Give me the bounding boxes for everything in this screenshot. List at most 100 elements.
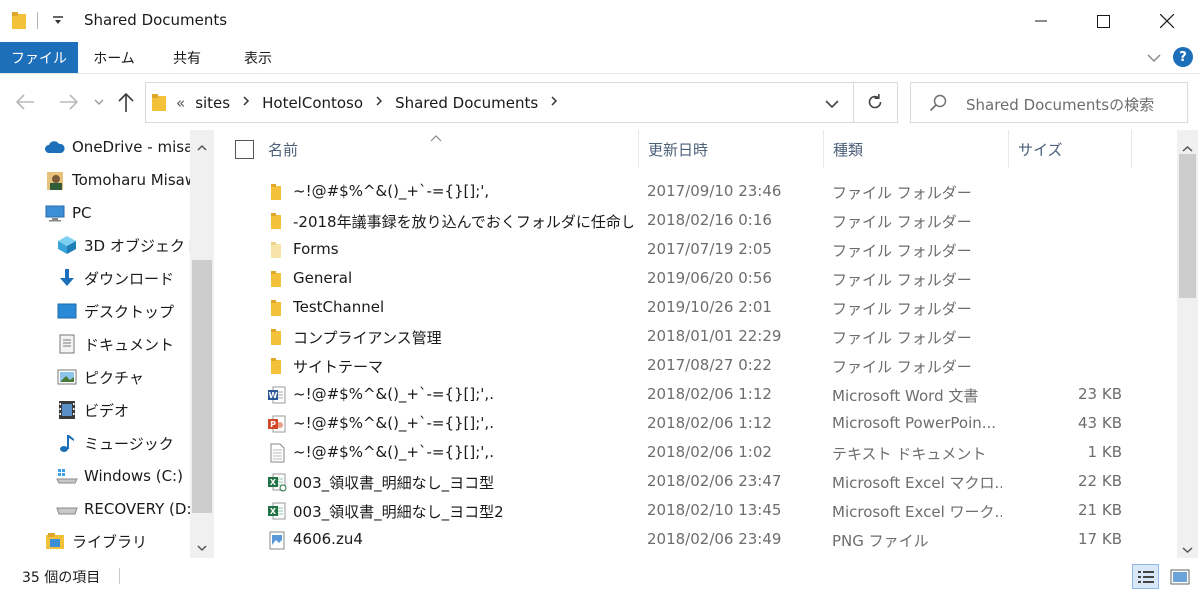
file-row[interactable]: X 003_領収書_明細なし_ヨコ型2 2018/02/10 13:45 Mic… (222, 496, 1177, 525)
window-title: Shared Documents (84, 11, 228, 29)
breadcrumb-shared-documents[interactable]: Shared Documents (395, 94, 538, 112)
address-history-chevron-icon[interactable] (824, 96, 840, 114)
file-type: ファイル フォルダー (832, 300, 972, 318)
nav-item-label: Windows (C:) (84, 467, 183, 485)
column-name[interactable]: 名前 (268, 130, 298, 168)
tab-file[interactable]: ファイル (0, 42, 78, 73)
file-size: 22 KB (1078, 472, 1122, 490)
svg-text:X: X (270, 507, 277, 516)
nav-item-pc[interactable]: PC (44, 198, 190, 228)
minimize-button[interactable] (1012, 0, 1070, 42)
large-icons-view-button[interactable] (1166, 564, 1193, 589)
onedrive-cloud-icon (44, 137, 66, 157)
item-count: 35 個の項目 (22, 570, 101, 586)
nav-item-videos[interactable]: ビデオ (56, 395, 190, 425)
nav-item-documents[interactable]: ドキュメント (56, 329, 190, 359)
breadcrumb-sites[interactable]: sites (195, 94, 230, 112)
column-divider[interactable] (1008, 130, 1009, 168)
column-size[interactable]: サイズ (1018, 130, 1063, 168)
file-row[interactable]: Forms 2017/07/19 2:05 ファイル フォルダー (222, 235, 1177, 264)
nav-item-label: OneDrive - misaw (72, 138, 190, 156)
tab-home[interactable]: ホーム (82, 42, 146, 73)
scroll-up-chevron-icon[interactable] (197, 138, 207, 156)
tab-share[interactable]: 共有 (158, 42, 216, 73)
file-size: 21 KB (1078, 501, 1122, 519)
file-name: ~!@#$%^&()_+`-={}[];',. (293, 414, 494, 432)
column-date-modified[interactable]: 更新日時 (648, 130, 708, 168)
search-input[interactable]: Shared Documentsの検索 (966, 94, 1154, 115)
file-row[interactable]: -2018年議事録を放り込んでおくフォルダに任命し... 2018/02/16 … (222, 206, 1177, 235)
nav-item-libraries[interactable]: ライブラリ (44, 526, 190, 556)
file-row[interactable]: X 003_領収書_明細なし_ヨコ型 2018/02/06 23:47 Micr… (222, 467, 1177, 496)
scrollbar-thumb[interactable] (192, 260, 212, 513)
file-size: 23 KB (1078, 385, 1122, 403)
file-name: General (293, 269, 353, 287)
nav-item-drive-d[interactable]: RECOVERY (D:) (56, 494, 190, 524)
download-arrow-icon (56, 268, 78, 288)
recent-locations-chevron-icon[interactable] (94, 98, 104, 109)
breadcrumb-hotelcontoso[interactable]: HotelContoso (262, 94, 363, 112)
column-divider[interactable] (823, 130, 824, 168)
nav-item-music[interactable]: ミュージック (56, 428, 190, 458)
desktop-icon (56, 301, 78, 321)
nav-item-drive-c[interactable]: Windows (C:) (56, 461, 190, 491)
nav-item-user[interactable]: Tomoharu Misaw (44, 165, 190, 195)
file-date: 2017/09/10 23:46 (647, 182, 782, 200)
navigation-pane-scrollbar[interactable] (190, 130, 214, 558)
3d-objects-icon (56, 235, 78, 255)
file-row[interactable]: サイトテーマ 2017/08/27 0:22 ファイル フォルダー (222, 351, 1177, 380)
maximize-button[interactable] (1074, 0, 1132, 42)
folder-icon (267, 298, 287, 318)
search-box[interactable]: Shared Documentsの検索 (910, 82, 1188, 123)
file-type: Microsoft Word 文書 (832, 387, 979, 405)
address-bar[interactable]: « sites HotelContoso Shared Documents (145, 82, 898, 123)
file-row[interactable]: ~!@#$%^&()_+`-={}[];',. 2018/02/06 1:02 … (222, 438, 1177, 467)
navigation-pane: OneDrive - misaw Tomoharu Misaw PC 3D オブ… (0, 130, 214, 558)
close-button[interactable] (1138, 0, 1196, 42)
up-arrow-icon[interactable] (117, 91, 135, 117)
file-date: 2018/02/06 1:02 (647, 443, 772, 461)
nav-item-desktop[interactable]: デスクトップ (56, 296, 190, 326)
file-date: 2018/02/06 23:47 (647, 472, 782, 490)
column-divider[interactable] (1131, 130, 1132, 168)
file-list-scrollbar[interactable] (1177, 130, 1198, 558)
file-type: テキスト ドキュメント (832, 445, 987, 463)
expand-ribbon-chevron-icon[interactable] (1146, 50, 1162, 68)
quick-access-dropdown-icon[interactable] (52, 14, 64, 29)
file-size: 17 KB (1078, 530, 1122, 548)
scroll-down-chevron-icon[interactable] (1182, 540, 1193, 558)
breadcrumb-chevron-icon[interactable] (242, 95, 250, 111)
file-row[interactable]: P ~!@#$%^&()_+`-={}[];',. 2018/02/06 1:1… (222, 409, 1177, 438)
file-row[interactable]: コンプライアンス管理 2018/01/01 22:29 ファイル フォルダー (222, 322, 1177, 351)
breadcrumb-chevron-icon[interactable] (550, 95, 558, 111)
scroll-down-chevron-icon[interactable] (197, 538, 207, 556)
nav-item-onedrive[interactable]: OneDrive - misaw (44, 132, 190, 162)
column-divider[interactable] (638, 130, 639, 168)
column-type[interactable]: 種類 (833, 130, 863, 168)
folder-light-icon (267, 240, 287, 260)
breadcrumb: « sites HotelContoso Shared Documents (176, 83, 570, 122)
back-arrow-icon[interactable] (14, 92, 36, 116)
png-image-icon (267, 530, 287, 550)
details-view-button[interactable] (1132, 564, 1159, 589)
file-row[interactable]: TestChannel 2019/10/26 2:01 ファイル フォルダー (222, 293, 1177, 322)
windows-drive-icon (56, 466, 78, 486)
breadcrumb-chevron-icon[interactable] (375, 95, 383, 111)
nav-item-downloads[interactable]: ダウンロード (56, 263, 190, 293)
scrollbar-thumb[interactable] (1179, 154, 1196, 298)
file-row[interactable]: 4606.zu4 2018/02/06 23:49 PNG ファイル 17 KB (222, 525, 1177, 554)
details-view-icon (1137, 570, 1154, 583)
nav-item-3d-objects[interactable]: 3D オブジェクト (56, 230, 190, 260)
nav-item-pictures[interactable]: ピクチャ (56, 362, 190, 392)
help-button[interactable]: ? (1173, 47, 1193, 67)
file-row[interactable]: General 2019/06/20 0:56 ファイル フォルダー (222, 264, 1177, 293)
refresh-icon[interactable] (866, 93, 884, 115)
file-name: Forms (293, 240, 339, 258)
file-row[interactable]: W ~!@#$%^&()_+`-={}[];',. 2018/02/06 1:1… (222, 380, 1177, 409)
nav-item-label: ライブラリ (72, 532, 148, 551)
file-row[interactable]: ~!@#$%^&()_+`-={}[];', 2017/09/10 23:46 … (222, 177, 1177, 206)
breadcrumb-overflow[interactable]: « (176, 94, 185, 112)
file-name: 4606.zu4 (293, 530, 363, 548)
forward-arrow-icon[interactable] (58, 92, 80, 116)
tab-view[interactable]: 表示 (228, 42, 288, 73)
